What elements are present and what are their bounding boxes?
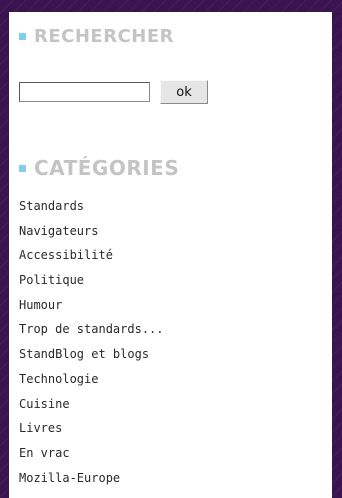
category-link[interactable]: Mozilla-Europe xyxy=(19,466,164,491)
category-link[interactable]: Politique xyxy=(19,268,164,293)
categories-heading: CATÉGORIES xyxy=(19,156,179,180)
category-list: Standards Navigateurs Accessibilité Poli… xyxy=(19,194,164,490)
category-link[interactable]: Livres xyxy=(19,416,164,441)
category-link[interactable]: Standards xyxy=(19,194,164,219)
category-link[interactable]: Trop de standards... xyxy=(19,317,164,342)
search-form: ok xyxy=(19,80,208,104)
search-heading-label: RECHERCHER xyxy=(34,25,175,47)
ok-button[interactable]: ok xyxy=(160,80,208,104)
category-link[interactable]: Cuisine xyxy=(19,392,164,417)
category-link[interactable]: Navigateurs xyxy=(19,219,164,244)
category-link[interactable]: Technologie xyxy=(19,367,164,392)
square-bullet-icon xyxy=(19,164,26,172)
square-bullet-icon xyxy=(19,32,26,40)
sidebar-panel: RECHERCHER ok CATÉGORIES Standards Navig… xyxy=(9,12,332,498)
category-link[interactable]: StandBlog et blogs xyxy=(19,342,164,367)
categories-heading-label: CATÉGORIES xyxy=(34,156,180,180)
category-link[interactable]: En vrac xyxy=(19,441,164,466)
category-link[interactable]: Accessibilité xyxy=(19,243,164,268)
search-heading: RECHERCHER xyxy=(19,24,174,48)
category-link[interactable]: Humour xyxy=(19,293,164,318)
search-input[interactable] xyxy=(19,82,150,102)
